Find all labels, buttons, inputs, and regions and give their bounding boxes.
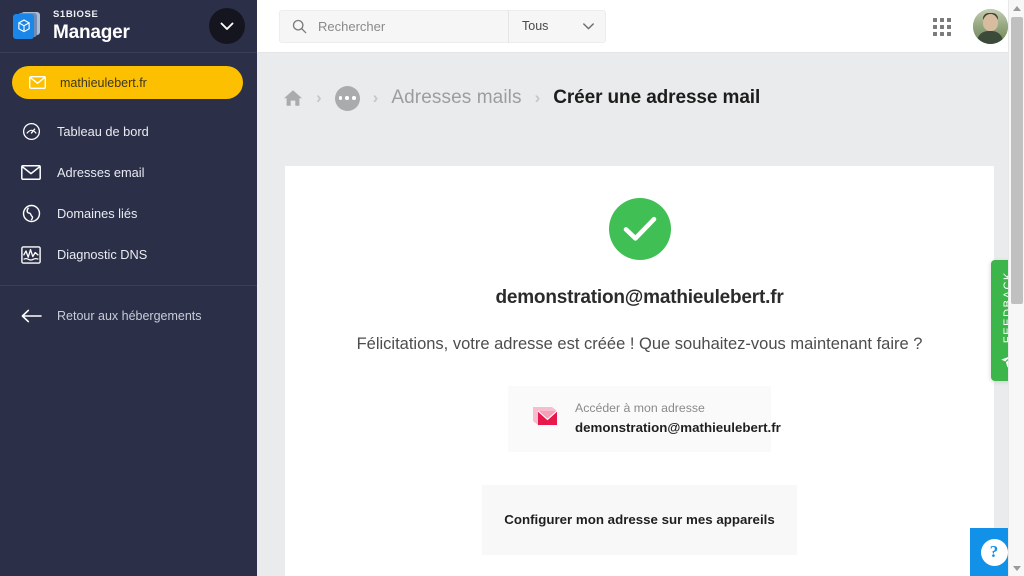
access-mailbox-card[interactable]: Accéder à mon adresse demonstration@math… — [508, 385, 781, 452]
chevron-down-icon — [583, 22, 594, 30]
chevron-down-icon — [220, 22, 234, 30]
sidebar-header: S1BIOSE Manager — [0, 0, 257, 52]
sidebar-domain-label: mathieulebert.fr — [60, 75, 147, 90]
access-mailbox-address: demonstration@mathieulebert.fr — [575, 420, 781, 436]
brand-logo-icon — [12, 11, 42, 41]
check-circle-icon — [608, 198, 671, 260]
envelope-icon — [20, 165, 42, 180]
sidebar-header-divider — [0, 52, 257, 53]
configure-devices-card[interactable]: Configurer mon adresse sur mes appareils — [482, 484, 797, 555]
breadcrumb-home-button[interactable] — [283, 89, 303, 107]
content-card: demonstration@mathieulebert.fr Félicitat… — [285, 166, 994, 576]
breadcrumb-separator: › — [372, 88, 379, 107]
sidebar-divider — [0, 285, 257, 286]
home-icon — [284, 90, 302, 106]
scrollbar-thumb[interactable] — [1011, 17, 1023, 304]
search-input[interactable] — [318, 10, 508, 42]
pulse-icon — [20, 245, 42, 264]
breadcrumb-separator: › — [534, 88, 541, 107]
top-bar-actions — [933, 0, 1008, 53]
sidebar-domain-selector[interactable]: mathieulebert.fr — [12, 66, 243, 99]
sidebar-expand-button[interactable] — [209, 8, 245, 44]
search-icon — [292, 19, 308, 34]
sidebar-item-adresses-email[interactable]: Adresses email — [0, 152, 257, 193]
sidebar-item-label: Adresses email — [57, 165, 145, 180]
sidebar-back-label: Retour aux hébergements — [57, 309, 202, 323]
cube-glyph-icon — [18, 19, 30, 33]
access-mailbox-subtitle: Accéder à mon adresse — [575, 401, 705, 416]
search-scope-dropdown[interactable]: Tous — [508, 9, 605, 43]
sidebar-item-domaines-lies[interactable]: Domaines liés — [0, 193, 257, 234]
breadcrumb-link-adresses-mails[interactable]: Adresses mails — [391, 87, 521, 109]
sidebar-item-label: Tableau de bord — [57, 124, 149, 139]
scroll-down-arrow-icon[interactable] — [1009, 560, 1024, 576]
app-root: S1BIOSE Manager mathieulebert.fr Tableau… — [0, 0, 1024, 576]
access-mailbox-texts: Accéder à mon adresse demonstration@math… — [575, 400, 781, 437]
globe-icon — [20, 204, 42, 223]
gauge-icon — [20, 122, 42, 141]
avatar[interactable] — [973, 9, 1008, 44]
brand-title: Manager — [53, 21, 130, 43]
sidebar-back-to-hostings[interactable]: Retour aux hébergements — [0, 294, 257, 338]
mail-open-icon — [527, 401, 561, 436]
envelope-icon — [29, 76, 46, 89]
grid-apps-icon[interactable] — [933, 17, 951, 36]
page-scrollbar[interactable] — [1008, 0, 1024, 576]
brand-subtitle: S1BIOSE — [53, 9, 99, 21]
sidebar-item-diagnostic-dns[interactable]: Diagnostic DNS — [0, 234, 257, 275]
top-bar: Tous — [257, 0, 1024, 53]
brand-text: S1BIOSE Manager — [53, 10, 130, 42]
breadcrumb: › › Adresses mails › Créer une adresse m… — [257, 53, 1024, 143]
breadcrumb-separator: › — [316, 88, 322, 107]
question-mark-icon: ? — [980, 538, 1008, 566]
arrow-left-icon — [20, 309, 42, 323]
breadcrumb-current-page: Créer une adresse mail — [553, 87, 761, 108]
created-email-address: demonstration@mathieulebert.fr — [495, 287, 784, 308]
sidebar-item-tableau-de-bord[interactable]: Tableau de bord — [0, 111, 257, 152]
sidebar-item-label: Domaines liés — [57, 206, 138, 221]
congratulations-message: Félicitations, votre adresse est créée !… — [356, 335, 923, 353]
search-scope-value: Tous — [522, 19, 549, 33]
configure-devices-title: Configurer mon adresse sur mes appareils — [504, 512, 775, 528]
sidebar-item-label: Diagnostic DNS — [57, 247, 148, 262]
search-bar[interactable]: Tous — [279, 9, 606, 43]
sidebar-nav: Tableau de bord Adresses email Domaines … — [0, 111, 257, 275]
breadcrumb-ellipsis-button[interactable] — [334, 85, 360, 111]
success-block: demonstration@mathieulebert.fr Félicitat… — [285, 166, 994, 555]
scroll-up-arrow-icon[interactable] — [1009, 0, 1024, 16]
sidebar: S1BIOSE Manager mathieulebert.fr Tableau… — [0, 0, 257, 576]
main-area: Tous — [257, 0, 1024, 576]
